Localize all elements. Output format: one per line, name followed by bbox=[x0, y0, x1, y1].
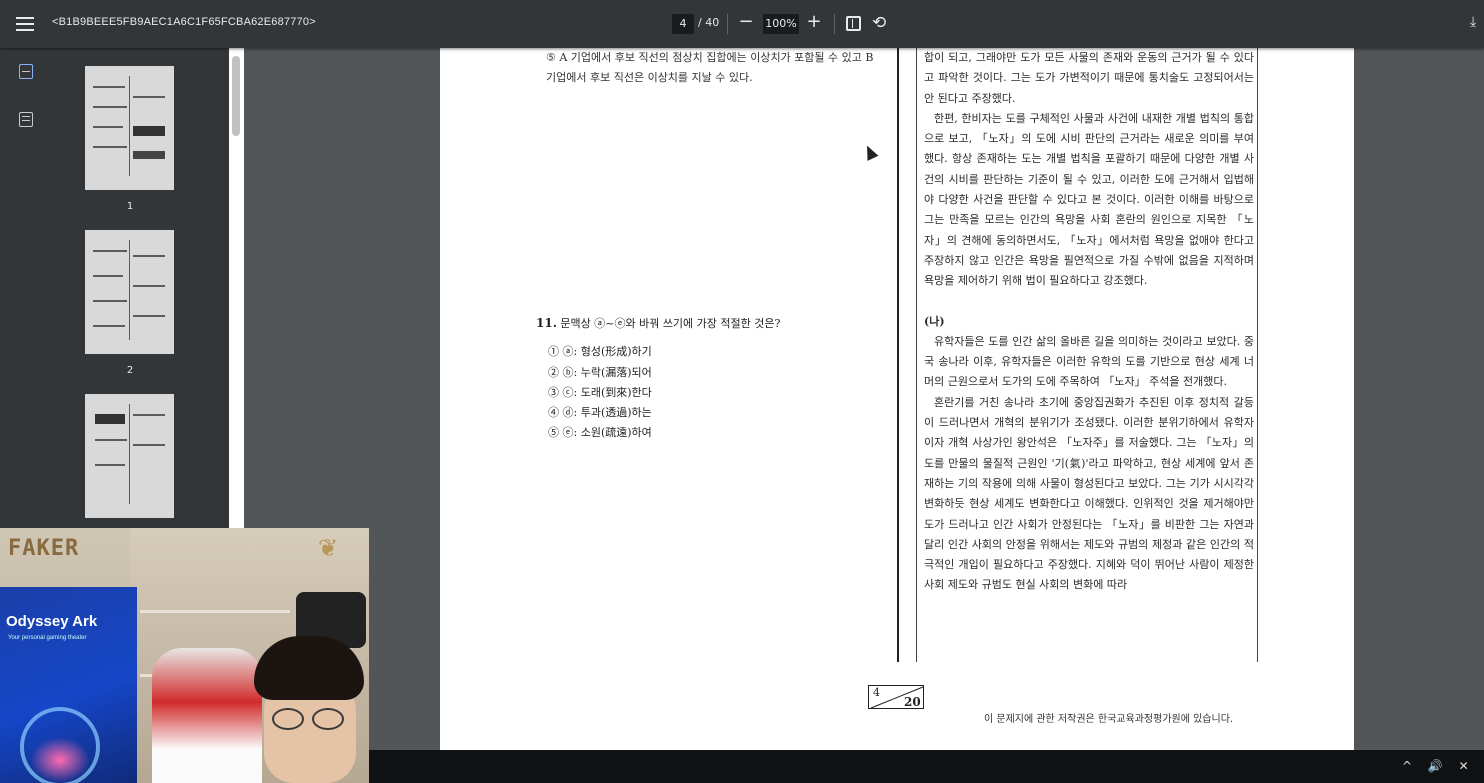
question-11: 11. 문맥상 ⓐ~ⓔ와 바꿔 쓰기에 가장 적절한 것은? bbox=[536, 315, 780, 331]
page-number-box: 4 20 bbox=[868, 685, 924, 709]
system-tray[interactable]: ^ 🔊 ✕ bbox=[1402, 759, 1475, 773]
choice-3: ③ ⓒ: 도래(到來)한다 bbox=[548, 386, 652, 399]
pdf-toolbar: <B1B9BEEE5FB9AEC1A6C1F65FCBA62E687770> 4… bbox=[0, 0, 1484, 48]
monitor-poster: Odyssey Ark Your personal gaming theater bbox=[0, 587, 137, 783]
pdf-page: ⑤ A 기업에서 후보 직선의 점상치 집합에는 이상치가 포함될 수 있고 B… bbox=[440, 48, 1354, 750]
page-number-input[interactable]: 4 bbox=[672, 14, 694, 34]
choice-2: ② ⓑ: 누락(漏落)되어 bbox=[548, 366, 652, 379]
choice-1: ① ⓐ: 형성(形成)하기 bbox=[548, 345, 652, 358]
fit-page-icon[interactable] bbox=[846, 16, 861, 31]
choice-4: ④ ⓓ: 투과(透過)하는 bbox=[548, 406, 652, 419]
thumbnails-icon[interactable] bbox=[19, 64, 33, 79]
answer-option-5: ⑤ A 기업에서 후보 직선의 점상치 집합에는 이상치가 포함될 수 있고 B… bbox=[546, 51, 874, 84]
laurel-logo-icon: ❦ bbox=[318, 534, 339, 562]
poster-title: Odyssey Ark bbox=[6, 613, 98, 630]
toolbar-divider bbox=[727, 14, 728, 34]
poster-glow bbox=[30, 737, 90, 783]
choice-5: ⑤ ⓔ: 소원(疏遠)하여 bbox=[548, 426, 652, 439]
thumbnail-label: 2 bbox=[126, 365, 134, 376]
streamer-hair bbox=[254, 636, 364, 700]
page-thumbnail-2[interactable] bbox=[85, 230, 174, 354]
passage-column: 합이 되고, 그래야만 도가 모든 사물의 존재와 운동의 근거가 될 수 있다… bbox=[924, 48, 1254, 596]
question-text: 문맥상 ⓐ~ⓔ와 바꿔 쓰기에 가장 적절한 것은? bbox=[560, 317, 781, 330]
passage-paragraph: 유학자들은 도를 인간 삶의 올바른 길을 의미하는 것이라고 보았다. 중국 … bbox=[924, 334, 1254, 389]
page-thumbnail-1[interactable] bbox=[85, 66, 174, 190]
thumbnail-label: 1 bbox=[126, 201, 134, 212]
outline-icon[interactable] bbox=[19, 112, 33, 127]
passage-border-left bbox=[916, 48, 917, 662]
webcam-overlay: FAKER ❦ Odyssey Ark Your personal gaming… bbox=[0, 528, 369, 783]
passage-paragraph: 혼란기를 거친 송나라 초기에 중앙집권화가 추진된 이후 정치적 갈등이 드러… bbox=[924, 395, 1254, 592]
zoom-level-input[interactable]: 100% bbox=[763, 14, 799, 34]
menu-icon[interactable] bbox=[14, 13, 36, 35]
zoom-in-button[interactable]: + bbox=[805, 12, 823, 34]
page-total: / 40 bbox=[698, 16, 720, 29]
gaming-chair bbox=[152, 648, 262, 783]
passage-paragraph: 합이 되고, 그래야만 도가 모든 사물의 존재와 운동의 근거가 될 수 있다… bbox=[924, 51, 1254, 105]
scrollbar-thumb[interactable] bbox=[232, 56, 240, 136]
question-number: 11. bbox=[536, 316, 557, 330]
shelf bbox=[140, 610, 290, 613]
column-divider bbox=[897, 48, 899, 662]
zoom-out-button[interactable]: − bbox=[738, 12, 754, 34]
page-number: 4 bbox=[873, 686, 880, 699]
copyright-notice: 이 문제지에 관한 저작권은 한국교육과정평가원에 있습니다. bbox=[984, 714, 1234, 725]
rotate-icon[interactable]: ⟲ bbox=[872, 14, 886, 32]
streamer bbox=[250, 628, 368, 783]
document-title: <B1B9BEEE5FB9AEC1A6C1F65FCBA62E687770> bbox=[52, 16, 316, 28]
section-label: (나) bbox=[924, 314, 945, 328]
page-total-number: 20 bbox=[904, 695, 921, 709]
poster-subtitle: Your personal gaming theater bbox=[8, 635, 87, 641]
streamer-brand: FAKER bbox=[8, 536, 80, 561]
glasses bbox=[272, 708, 348, 730]
toolbar-divider bbox=[834, 14, 835, 34]
passage-border-right bbox=[1257, 48, 1258, 662]
page-thumbnail-3[interactable] bbox=[85, 394, 174, 518]
passage-paragraph: 한편, 한비자는 도를 구체적인 사물과 사건에 내재한 개별 법칙의 통합으로… bbox=[924, 111, 1254, 288]
download-icon[interactable]: ⤓ bbox=[1470, 14, 1476, 30]
